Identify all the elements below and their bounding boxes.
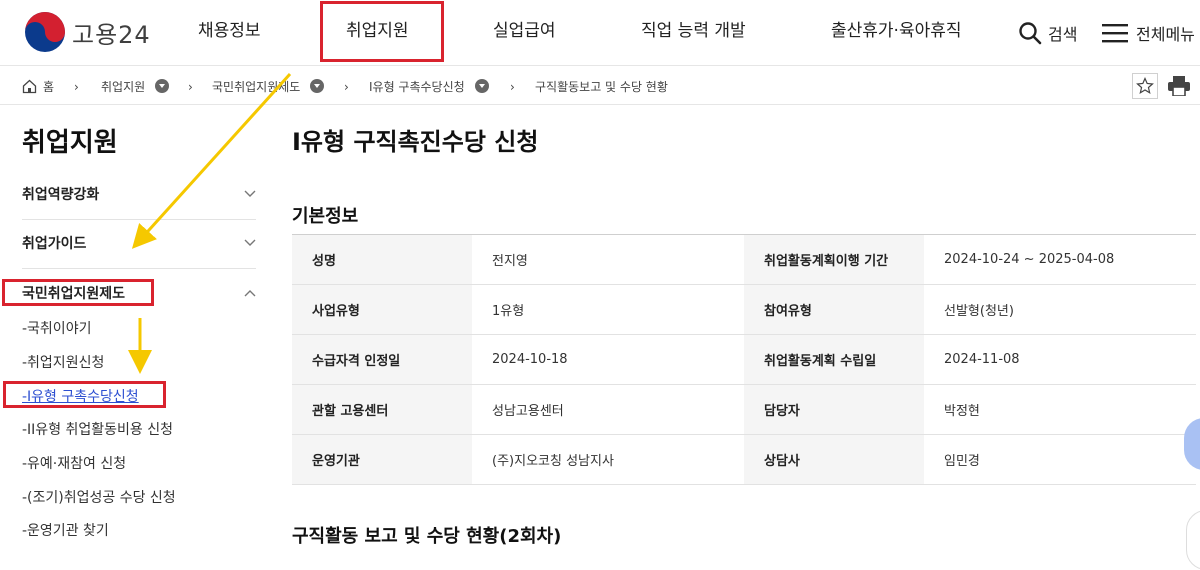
arrow-nav-to-sidebar <box>131 72 292 249</box>
annotation-arrows <box>128 72 292 374</box>
